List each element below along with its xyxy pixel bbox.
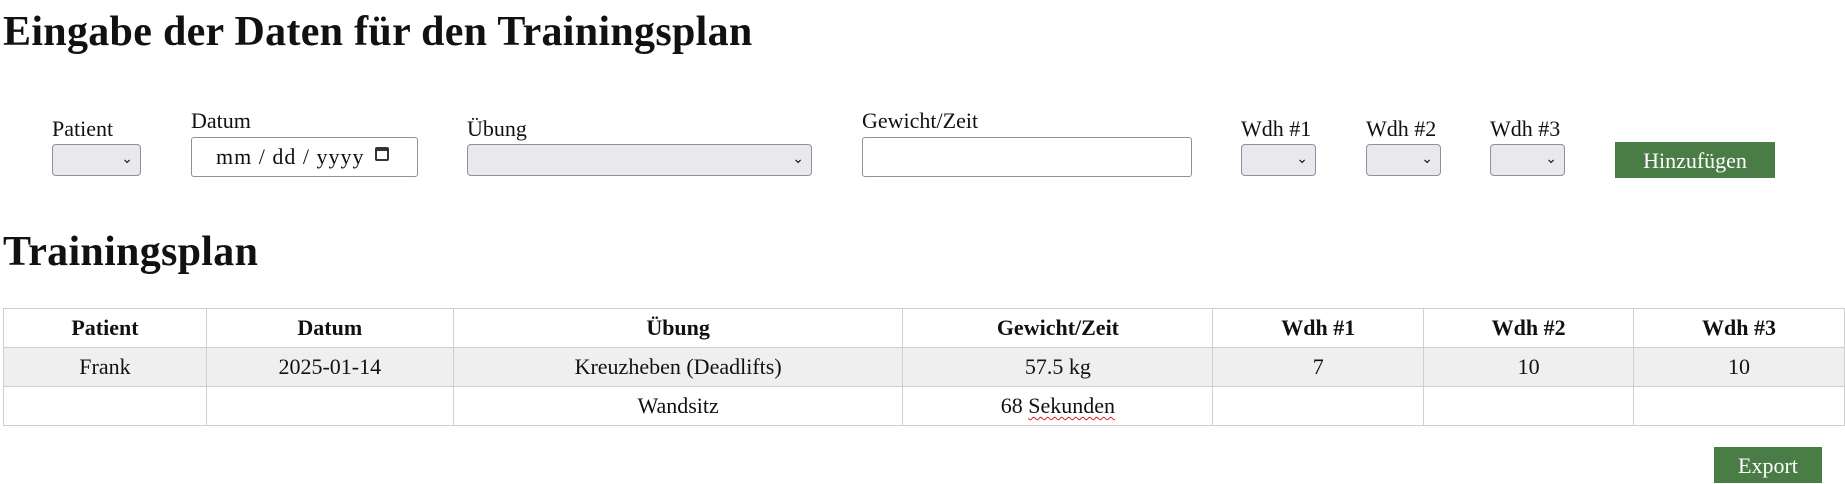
chevron-down-icon: ⌄ (792, 151, 804, 167)
uebung-label: Übung (467, 116, 527, 141)
calendar-icon[interactable] (375, 147, 389, 161)
header-wdh2: Wdh #2 (1423, 308, 1635, 348)
training-plan-table: Patient Datum Übung Gewicht/Zeit Wdh #1 … (3, 308, 1845, 426)
wdh1-label: Wdh #1 (1241, 116, 1312, 141)
cell-wdh3: 10 (1633, 347, 1845, 387)
cell-gewicht: 57.5 kg (902, 347, 1214, 387)
header-uebung: Übung (452, 308, 904, 348)
datum-input[interactable]: mm / dd / yyyy (191, 137, 418, 177)
spellcheck-word: Sekunden (1028, 393, 1116, 418)
add-button[interactable]: Hinzufügen (1615, 142, 1775, 178)
patient-label: Patient (52, 116, 114, 141)
page-title: Eingabe der Daten für den Trainingsplan (3, 9, 753, 55)
header-datum: Datum (205, 308, 454, 348)
cell-wdh2: 10 (1423, 347, 1635, 387)
header-wdh3: Wdh #3 (1633, 308, 1845, 348)
chevron-down-icon: ⌄ (1545, 151, 1557, 167)
chevron-down-icon: ⌄ (1296, 151, 1308, 167)
gewicht-value: 68 Sekunden (1000, 393, 1116, 418)
cell-wdh1 (1212, 386, 1425, 426)
cell-datum (205, 386, 454, 426)
wdh3-label: Wdh #3 (1490, 116, 1561, 141)
wdh2-select[interactable]: ⌄ (1366, 144, 1441, 176)
gewicht-label: Gewicht/Zeit (862, 108, 979, 133)
cell-wdh3 (1633, 386, 1845, 426)
table-header-row: Patient Datum Übung Gewicht/Zeit Wdh #1 … (3, 308, 1845, 348)
wdh1-select[interactable]: ⌄ (1241, 144, 1316, 176)
cell-wdh2 (1423, 386, 1635, 426)
cell-gewicht: 68 Sekunden (902, 386, 1214, 426)
wdh3-select[interactable]: ⌄ (1490, 144, 1565, 176)
patient-select[interactable]: ⌄ (52, 144, 141, 176)
table-row: Frank 2025-01-14 Kreuzheben (Deadlifts) … (3, 347, 1845, 387)
uebung-select[interactable]: ⌄ (467, 144, 812, 176)
header-gewicht: Gewicht/Zeit (902, 308, 1214, 348)
cell-uebung: Wandsitz (452, 386, 904, 426)
plan-heading: Trainingsplan (3, 229, 259, 275)
chevron-down-icon: ⌄ (1421, 151, 1433, 167)
gewicht-input[interactable] (862, 137, 1192, 177)
header-patient: Patient (3, 308, 207, 348)
export-button[interactable]: Export (1714, 447, 1822, 483)
header-wdh1: Wdh #1 (1212, 308, 1425, 348)
cell-uebung: Kreuzheben (Deadlifts) (452, 347, 904, 387)
cell-patient (3, 386, 207, 426)
datum-placeholder: mm / dd / yyyy (216, 144, 365, 169)
cell-datum: 2025-01-14 (205, 347, 454, 387)
table-row: Wandsitz 68 Sekunden (3, 386, 1845, 426)
chevron-down-icon: ⌄ (121, 151, 133, 167)
wdh2-label: Wdh #2 (1366, 116, 1437, 141)
cell-patient: Frank (3, 347, 207, 387)
cell-wdh1: 7 (1212, 347, 1425, 387)
datum-label: Datum (191, 108, 251, 133)
